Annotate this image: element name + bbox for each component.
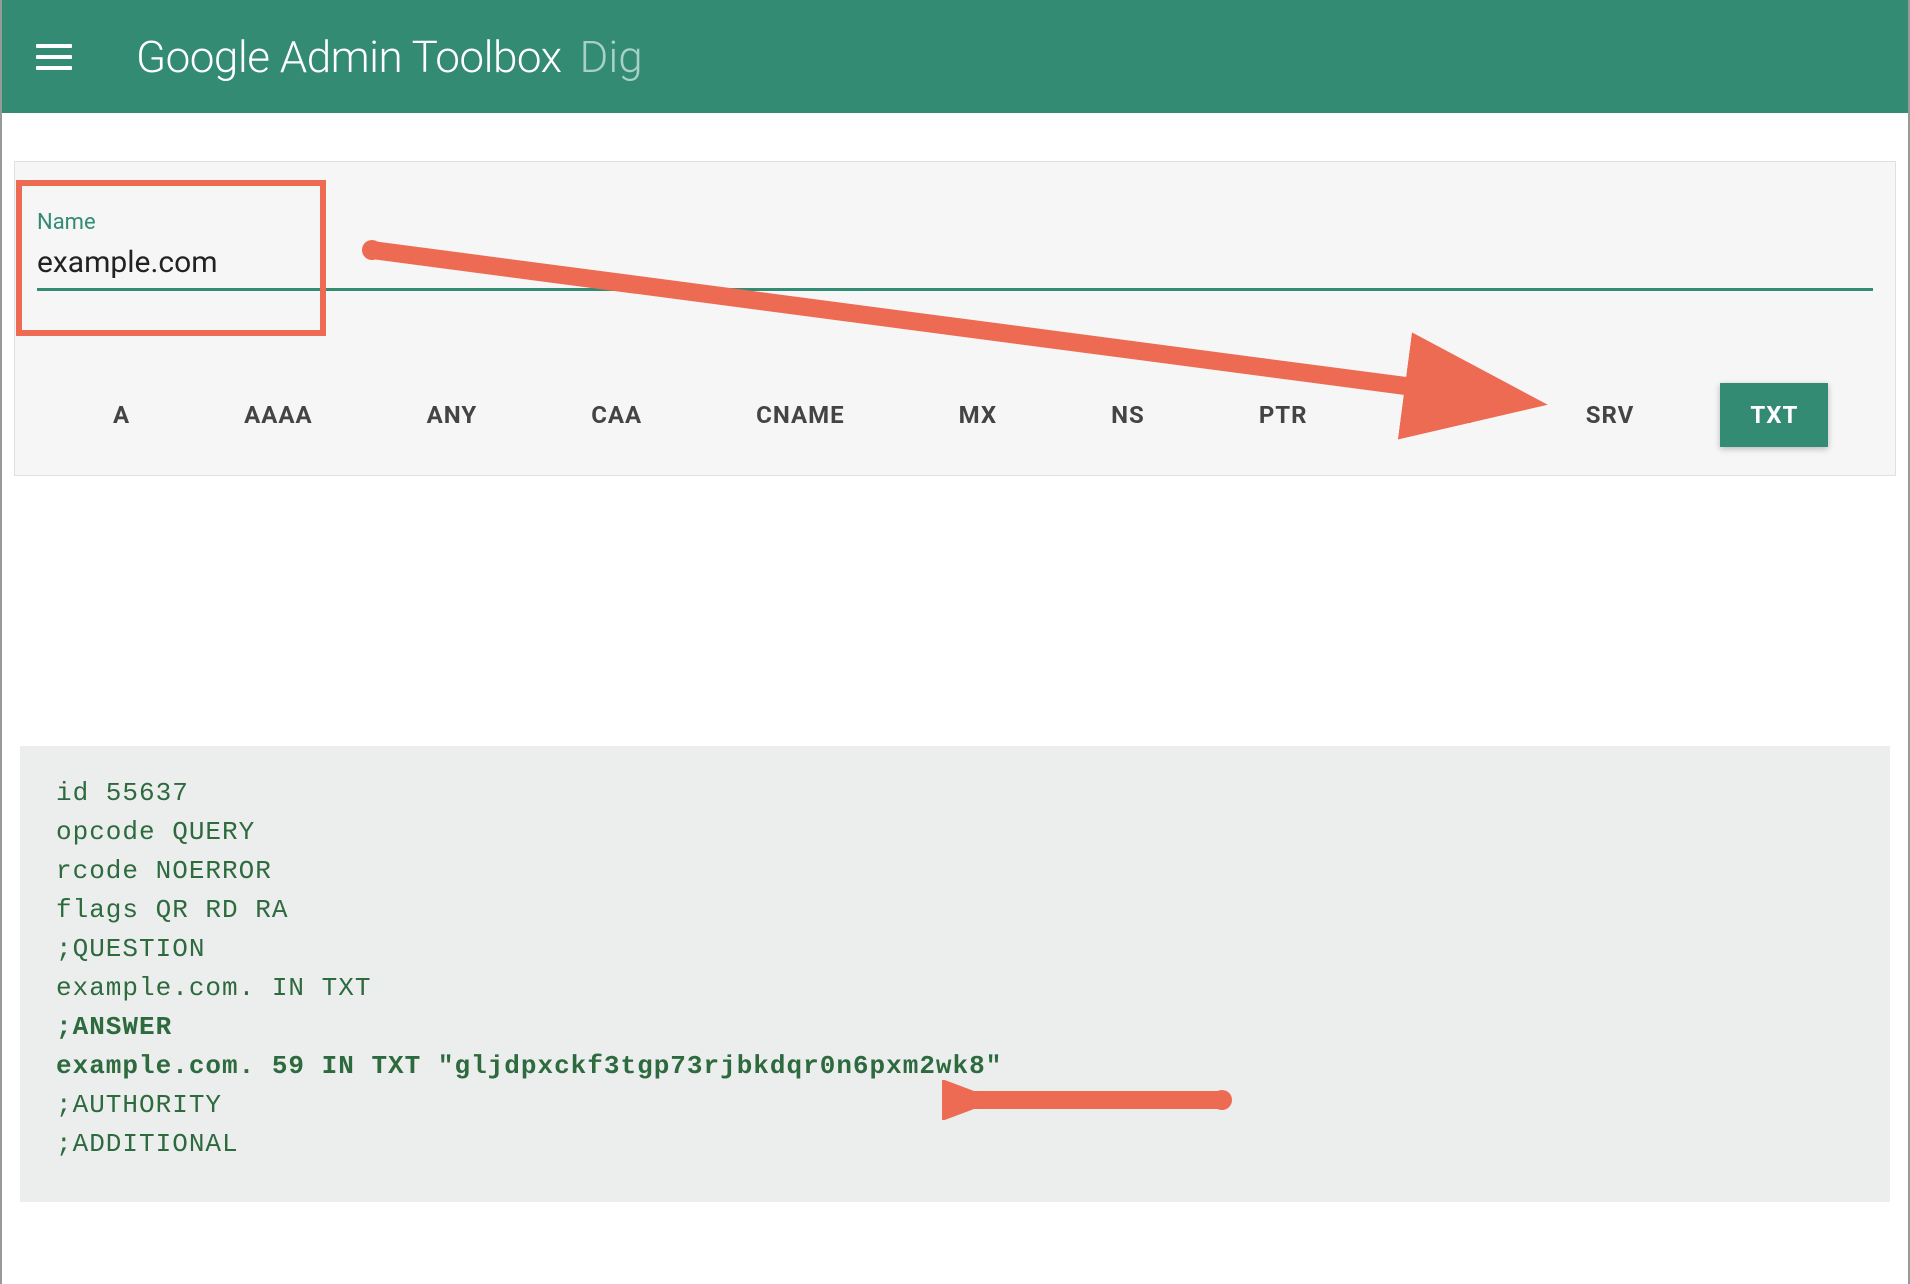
record-type-ns[interactable]: NS <box>1083 383 1173 447</box>
name-input-group: Name <box>37 210 1873 291</box>
app-title: Google Admin Toolbox <box>136 31 562 83</box>
record-type-row: AAAAAANYCAACNAMEMXNSPTRSOASRVTXT <box>37 383 1873 475</box>
name-input[interactable] <box>37 241 1873 291</box>
dig-results: id 55637opcode QUERYrcode NOERRORflags Q… <box>20 746 1890 1202</box>
result-line: ;AUTHORITY <box>56 1086 1854 1125</box>
name-label: Name <box>37 210 1873 235</box>
record-type-a[interactable]: A <box>85 383 158 447</box>
record-type-mx[interactable]: MX <box>931 383 1025 447</box>
result-line: rcode NOERROR <box>56 852 1854 891</box>
record-type-txt[interactable]: TXT <box>1720 383 1828 447</box>
result-line: example.com. IN TXT <box>56 969 1854 1008</box>
record-type-srv[interactable]: SRV <box>1558 383 1663 447</box>
menu-icon[interactable] <box>36 37 76 77</box>
record-type-ptr[interactable]: PTR <box>1231 383 1336 447</box>
result-line: ;ADDITIONAL <box>56 1125 1854 1164</box>
record-type-cname[interactable]: CNAME <box>728 383 872 447</box>
app-header: Google Admin Toolbox Dig <box>2 0 1908 113</box>
result-line: id 55637 <box>56 774 1854 813</box>
result-line: example.com. 59 IN TXT "gljdpxckf3tgp73r… <box>56 1047 1854 1086</box>
record-type-caa[interactable]: CAA <box>563 383 670 447</box>
record-type-aaaa[interactable]: AAAA <box>216 383 341 447</box>
result-line: opcode QUERY <box>56 813 1854 852</box>
result-line: ;QUESTION <box>56 930 1854 969</box>
app-subtitle: Dig <box>580 31 643 83</box>
result-line: flags QR RD RA <box>56 891 1854 930</box>
record-type-any[interactable]: ANY <box>399 383 506 447</box>
record-type-soa[interactable]: SOA <box>1394 383 1500 447</box>
result-line: ;ANSWER <box>56 1008 1854 1047</box>
query-panel: Name AAAAAANYCAACNAMEMXNSPTRSOASRVTXT <box>14 161 1896 476</box>
